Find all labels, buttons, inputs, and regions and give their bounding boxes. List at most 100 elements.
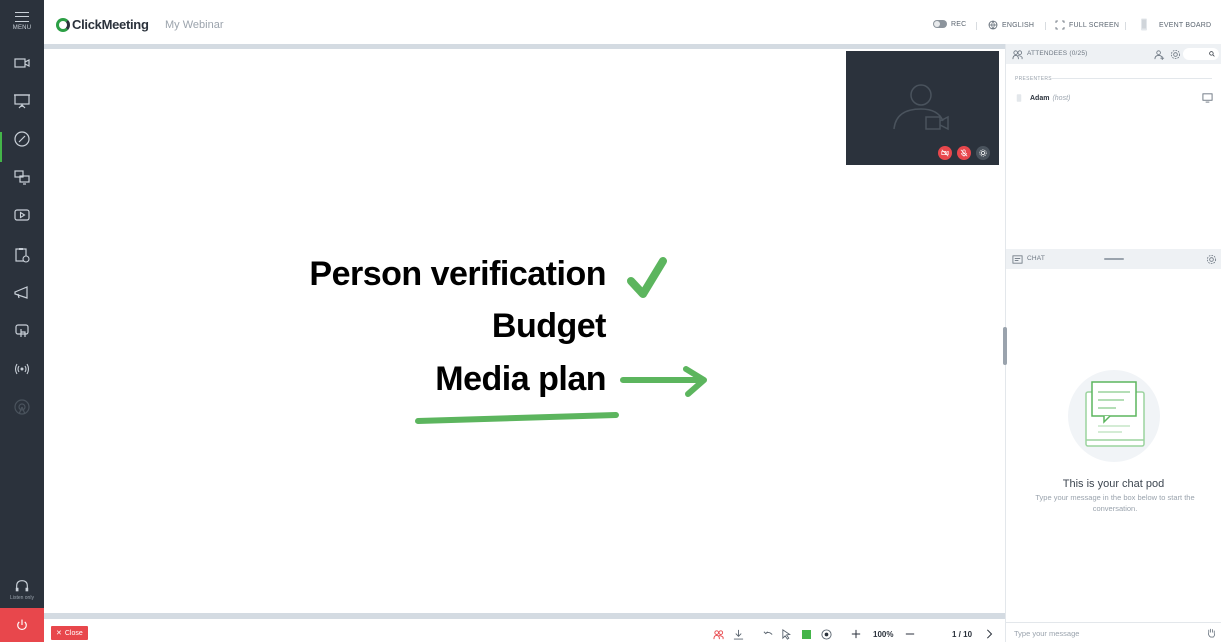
close-button[interactable]: ✕ Close [51,626,88,640]
chat-resize-handle[interactable] [1104,258,1124,260]
brand-logo: ClickMeeting [56,17,149,32]
chat-input-bar [1006,622,1221,642]
left-sidebar: MENU Listen only [0,0,44,642]
listen-only-button[interactable]: Listen only [0,578,44,608]
menu-button[interactable]: MENU [0,12,44,42]
language-label: ENGLISH [1002,21,1035,29]
hand-raise-icon[interactable] [1206,627,1217,638]
brand-name: ClickMeeting [72,17,149,32]
webinar-title: My Webinar [165,19,224,31]
fullscreen-button[interactable]: FULL SCREEN [1055,20,1119,30]
checkmark-drawing [627,257,667,298]
sidebar-item-screen-share[interactable] [0,162,44,192]
event-board-button[interactable]: EVENT BOARD [1139,17,1211,32]
plus-icon [851,629,861,639]
logo-mark-icon [56,17,70,32]
touch-icon [15,324,29,337]
share-users-button[interactable] [712,628,724,640]
event-board-label: EVENT BOARD [1159,22,1212,29]
bottom-toolbar: ✕ Close 100% 1 / 10 [44,619,1005,642]
fullscreen-label: FULL SCREEN [1069,21,1120,29]
sidebar-item-interaction[interactable] [0,316,44,346]
whiteboard-icon [14,131,30,147]
sidebar-item-broadcast[interactable] [0,354,44,384]
zoom-out-button[interactable] [904,628,916,640]
chat-settings-icon[interactable] [1206,254,1217,265]
chat-icon [1012,255,1023,264]
chat-message-input[interactable] [1014,627,1194,639]
zoom-in-button[interactable] [850,628,862,640]
pointer-icon [781,628,791,640]
rec-toggle[interactable]: REC [933,20,966,28]
attendees-icon [1012,50,1023,60]
attendee-name: Adam [1030,94,1050,102]
brush-size-icon [820,628,832,640]
attendees-settings-icon[interactable] [1170,49,1181,60]
microphone-toggle-button[interactable] [957,146,971,160]
sidebar-item-whiteboard[interactable] [0,124,44,162]
presentation-icon [14,94,30,109]
chat-empty-title: This is your chat pod [1062,478,1165,490]
power-button[interactable] [0,608,44,642]
pointer-tool-button[interactable] [780,628,792,640]
download-icon [733,629,743,640]
presenters-section-label: PRESENTERS [1015,76,1052,82]
camera-icon [14,58,30,68]
sidebar-item-stream[interactable] [0,392,44,422]
headphones-icon [15,580,29,592]
microphone-off-icon [960,149,968,157]
chat-title: CHAT [1027,255,1046,262]
attendee-role: (host) [1052,94,1071,102]
zoom-level: 100% [873,630,894,639]
megaphone-icon [14,286,28,299]
chevron-right-icon [986,629,993,639]
sidebar-item-video[interactable] [0,200,44,230]
undo-icon [763,630,772,635]
sidebar-item-cta[interactable] [0,278,44,308]
camera-off-icon [941,149,949,157]
download-button[interactable] [732,628,744,640]
menu-label: MENU [12,25,32,31]
underline-drawing [415,412,619,424]
add-user-icon[interactable] [1154,49,1165,60]
sidebar-item-camera[interactable] [0,48,44,78]
globe-icon [988,20,998,30]
close-label: Close [64,629,83,637]
color-swatch-icon [801,629,811,639]
close-icon: ✕ [56,630,62,637]
user-placeholder-icon [893,84,949,131]
undo-button[interactable] [762,628,774,640]
attendee-search[interactable] [1183,48,1219,60]
broadcast-icon [14,363,30,375]
brush-size-button[interactable] [820,628,832,640]
monitor-icon [1202,93,1213,103]
camera-settings-button[interactable] [976,146,990,160]
camera-toggle-button[interactable] [938,146,952,160]
page-indicator: 1 / 10 [952,630,973,639]
color-picker-button[interactable] [800,628,812,640]
chat-header: CHAT [1006,249,1221,269]
minus-icon [905,633,915,635]
attendee-row[interactable]: Adam (host) [1016,92,1216,104]
panel-resize-handle[interactable] [1003,327,1007,365]
power-icon [17,619,27,630]
video-play-icon [14,209,30,221]
arrow-drawing [620,366,707,397]
stream-icon [14,399,30,415]
language-selector[interactable]: ENGLISH [988,20,1034,30]
sidebar-item-presentation[interactable] [0,86,44,116]
hamburger-icon [15,12,29,22]
divider [1045,22,1046,30]
next-page-button[interactable] [983,628,995,640]
gear-icon [979,149,987,157]
app-window: MENU Listen only ClickMeeting My Webinar… [0,0,1221,642]
divider [976,22,977,30]
sidebar-item-polls[interactable] [0,240,44,270]
listen-only-label: Listen only [10,595,34,601]
chat-empty-illustration [1068,370,1160,462]
search-icon [1209,51,1215,57]
rec-switch-icon [933,20,947,28]
users-share-icon [712,629,724,639]
fullscreen-icon [1055,20,1065,30]
rec-label: REC [951,20,967,28]
